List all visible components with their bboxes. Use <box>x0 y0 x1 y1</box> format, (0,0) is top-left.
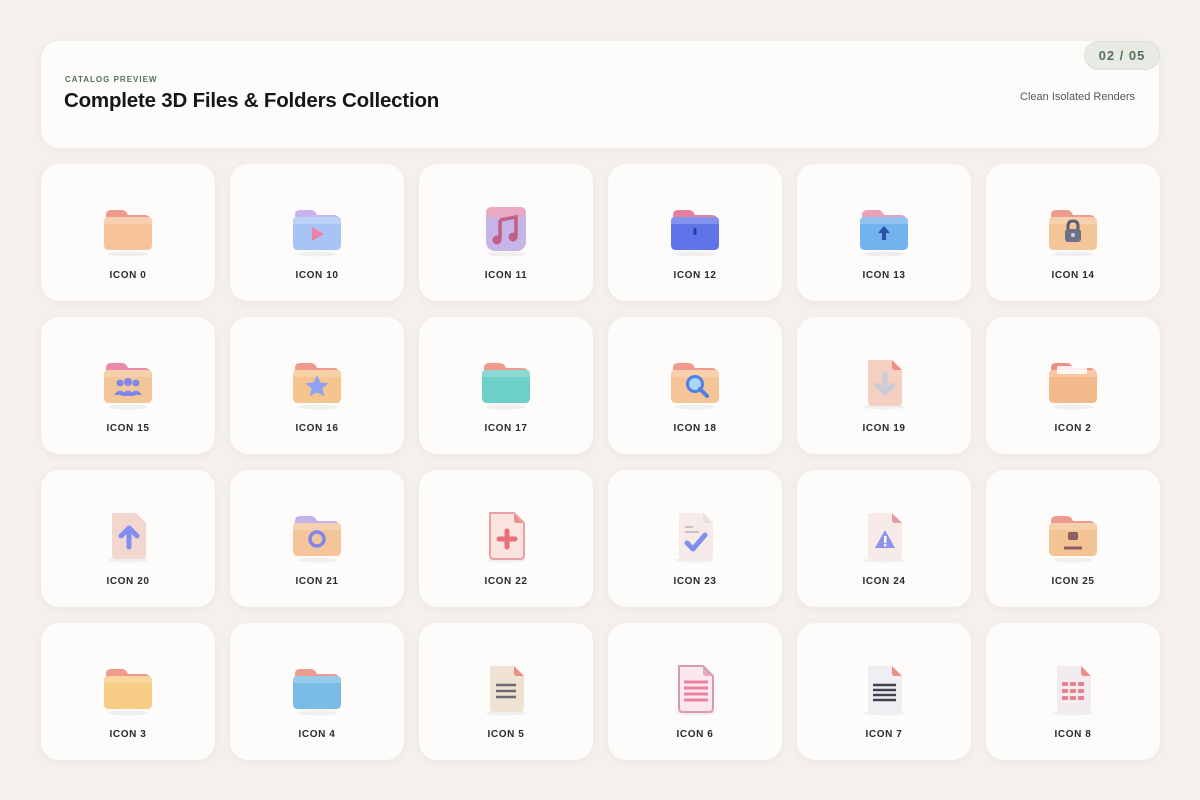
icon-label: ICON 5 <box>487 729 525 740</box>
icon-card[interactable]: ICON 10 <box>230 164 404 301</box>
icon-label: ICON 19 <box>862 423 906 434</box>
icon-card[interactable]: ICON 18 <box>608 317 782 454</box>
icon-card[interactable]: ICON 14 <box>986 164 1160 301</box>
icon-card[interactable]: ICON 19 <box>797 317 971 454</box>
icon-label: ICON 18 <box>673 423 717 434</box>
icon-label: ICON 17 <box>484 423 528 434</box>
icon-label: ICON 14 <box>1051 270 1095 281</box>
icon-label: ICON 0 <box>109 270 147 281</box>
icon-card[interactable]: ICON 0 <box>41 164 215 301</box>
header-subtitle: Clean Isolated Renders <box>1020 91 1135 103</box>
icon-label: ICON 6 <box>676 729 714 740</box>
icon-label: ICON 8 <box>1054 729 1092 740</box>
icon-card[interactable]: ICON 11 <box>419 164 593 301</box>
icon-label: ICON 3 <box>109 729 147 740</box>
icon-label: ICON 21 <box>295 576 339 587</box>
icon-card[interactable]: ICON 22 <box>419 470 593 607</box>
icon-label: ICON 13 <box>862 270 906 281</box>
icon-card[interactable]: ICON 2 <box>986 317 1160 454</box>
icon-card[interactable]: ICON 23 <box>608 470 782 607</box>
icon-card[interactable]: ICON 12 <box>608 164 782 301</box>
icon-card[interactable]: ICON 15 <box>41 317 215 454</box>
eyebrow-label: CATALOG PREVIEW <box>65 75 158 84</box>
icon-card[interactable]: ICON 7 <box>797 623 971 760</box>
icon-card[interactable]: ICON 21 <box>230 470 404 607</box>
icon-label: ICON 12 <box>673 270 717 281</box>
icon-label: ICON 24 <box>862 576 906 587</box>
page-indicator-badge: 02 / 05 <box>1084 41 1160 70</box>
icon-label: ICON 20 <box>106 576 150 587</box>
icon-card[interactable]: ICON 20 <box>41 470 215 607</box>
icon-label: ICON 10 <box>295 270 339 281</box>
icon-card[interactable]: ICON 3 <box>41 623 215 760</box>
icon-label: ICON 11 <box>484 270 528 281</box>
icon-card[interactable]: ICON 5 <box>419 623 593 760</box>
icon-label: ICON 25 <box>1051 576 1095 587</box>
icon-card[interactable]: ICON 8 <box>986 623 1160 760</box>
icon-card[interactable]: ICON 13 <box>797 164 971 301</box>
icon-card[interactable]: ICON 25 <box>986 470 1160 607</box>
catalog-header: CATALOG PREVIEW Complete 3D Files & Fold… <box>41 41 1160 148</box>
icon-label: ICON 15 <box>106 423 150 434</box>
icon-grid: ICON 0 ICON 10 ICON 11 ICON 12 ICON 13 I… <box>41 164 1160 760</box>
icon-card[interactable]: ICON 6 <box>608 623 782 760</box>
icon-card[interactable]: ICON 16 <box>230 317 404 454</box>
icon-card[interactable]: ICON 4 <box>230 623 404 760</box>
page-title: Complete 3D Files & Folders Collection <box>64 89 440 112</box>
icon-card[interactable]: ICON 24 <box>797 470 971 607</box>
icon-label: ICON 22 <box>484 576 528 587</box>
icon-label: ICON 23 <box>673 576 717 587</box>
icon-label: ICON 4 <box>298 729 336 740</box>
icon-card[interactable]: ICON 17 <box>419 317 593 454</box>
icon-label: ICON 16 <box>295 423 339 434</box>
icon-label: ICON 2 <box>1054 423 1092 434</box>
icon-label: ICON 7 <box>865 729 903 740</box>
